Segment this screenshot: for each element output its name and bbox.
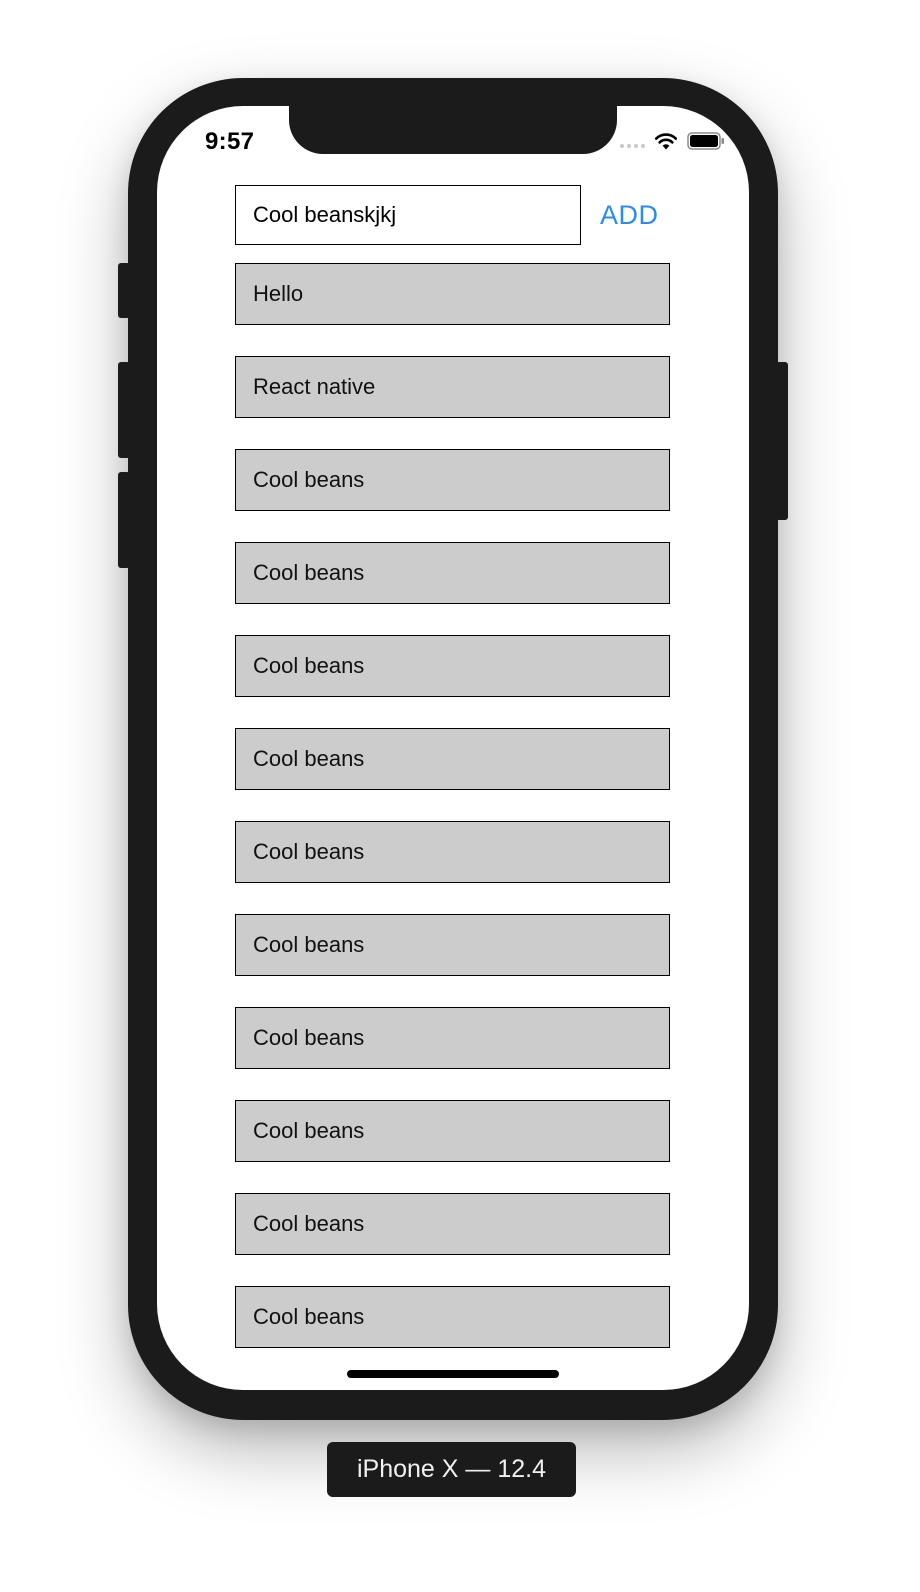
wifi-icon — [654, 133, 678, 150]
list-item[interactable]: Cool beans — [235, 1007, 670, 1069]
list-item[interactable]: Cool beans — [235, 728, 670, 790]
screen: 9:57 Cool beanskjkj ADD Hello React nati… — [157, 106, 749, 1390]
device-label: iPhone X — 12.4 — [327, 1442, 576, 1497]
list-item[interactable]: React native — [235, 356, 670, 418]
add-button[interactable]: ADD — [600, 185, 659, 245]
add-item-row: Cool beanskjkj ADD — [235, 185, 669, 247]
battery-icon — [687, 132, 724, 150]
list-item[interactable]: Hello — [235, 263, 670, 325]
notch — [289, 106, 617, 154]
list-item[interactable]: Cool beans — [235, 635, 670, 697]
list-item[interactable]: Cool beans — [235, 1100, 670, 1162]
status-time: 9:57 — [205, 128, 255, 155]
item-text-input[interactable]: Cool beanskjkj — [235, 185, 581, 245]
list-item[interactable]: Cool beans — [235, 1193, 670, 1255]
list-item[interactable]: Cool beans — [235, 1286, 670, 1348]
list-item[interactable]: Cool beans — [235, 821, 670, 883]
signal-dots-icon — [620, 144, 645, 148]
list-item[interactable]: Cool beans — [235, 542, 670, 604]
list-item[interactable]: Cool beans — [235, 914, 670, 976]
item-list[interactable]: Hello React native Cool beans Cool beans… — [235, 263, 670, 1379]
status-icons — [620, 132, 725, 150]
home-indicator[interactable] — [347, 1370, 559, 1378]
list-item[interactable]: Cool beans — [235, 449, 670, 511]
